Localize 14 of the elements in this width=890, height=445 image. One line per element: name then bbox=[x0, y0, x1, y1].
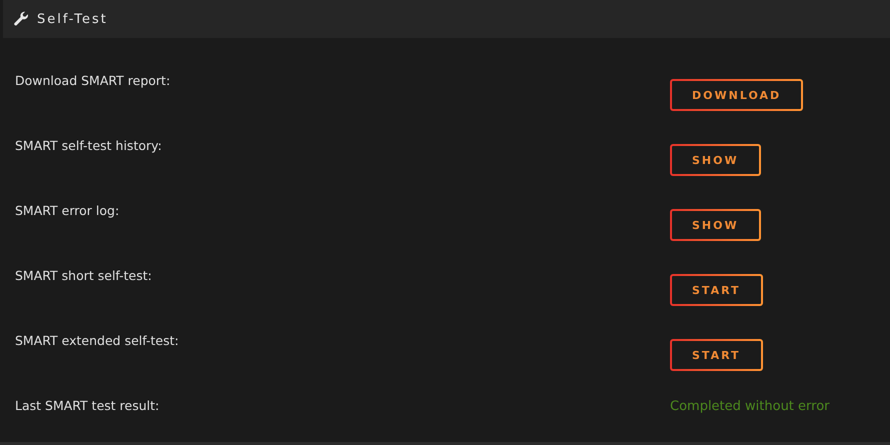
panel-title: Self-Test bbox=[37, 12, 108, 26]
action-button[interactable]: SHOW bbox=[670, 209, 761, 241]
setting-label: SMART short self-test: bbox=[15, 267, 153, 285]
setting-label: Download SMART report: bbox=[15, 72, 172, 90]
action-button[interactable]: START bbox=[670, 274, 763, 306]
action-button[interactable]: SHOW bbox=[670, 144, 761, 176]
action-button[interactable]: DOWNLOAD bbox=[670, 79, 804, 111]
wrench-icon bbox=[13, 11, 29, 27]
setting-label: SMART error log: bbox=[15, 202, 120, 220]
action-button[interactable]: START bbox=[670, 339, 763, 371]
setting-label: Last SMART test result: bbox=[15, 397, 160, 415]
setting-label: SMART self-test history: bbox=[15, 137, 163, 155]
setting-label: SMART extended self-test: bbox=[15, 332, 180, 350]
result-text: Completed without error bbox=[670, 398, 830, 416]
